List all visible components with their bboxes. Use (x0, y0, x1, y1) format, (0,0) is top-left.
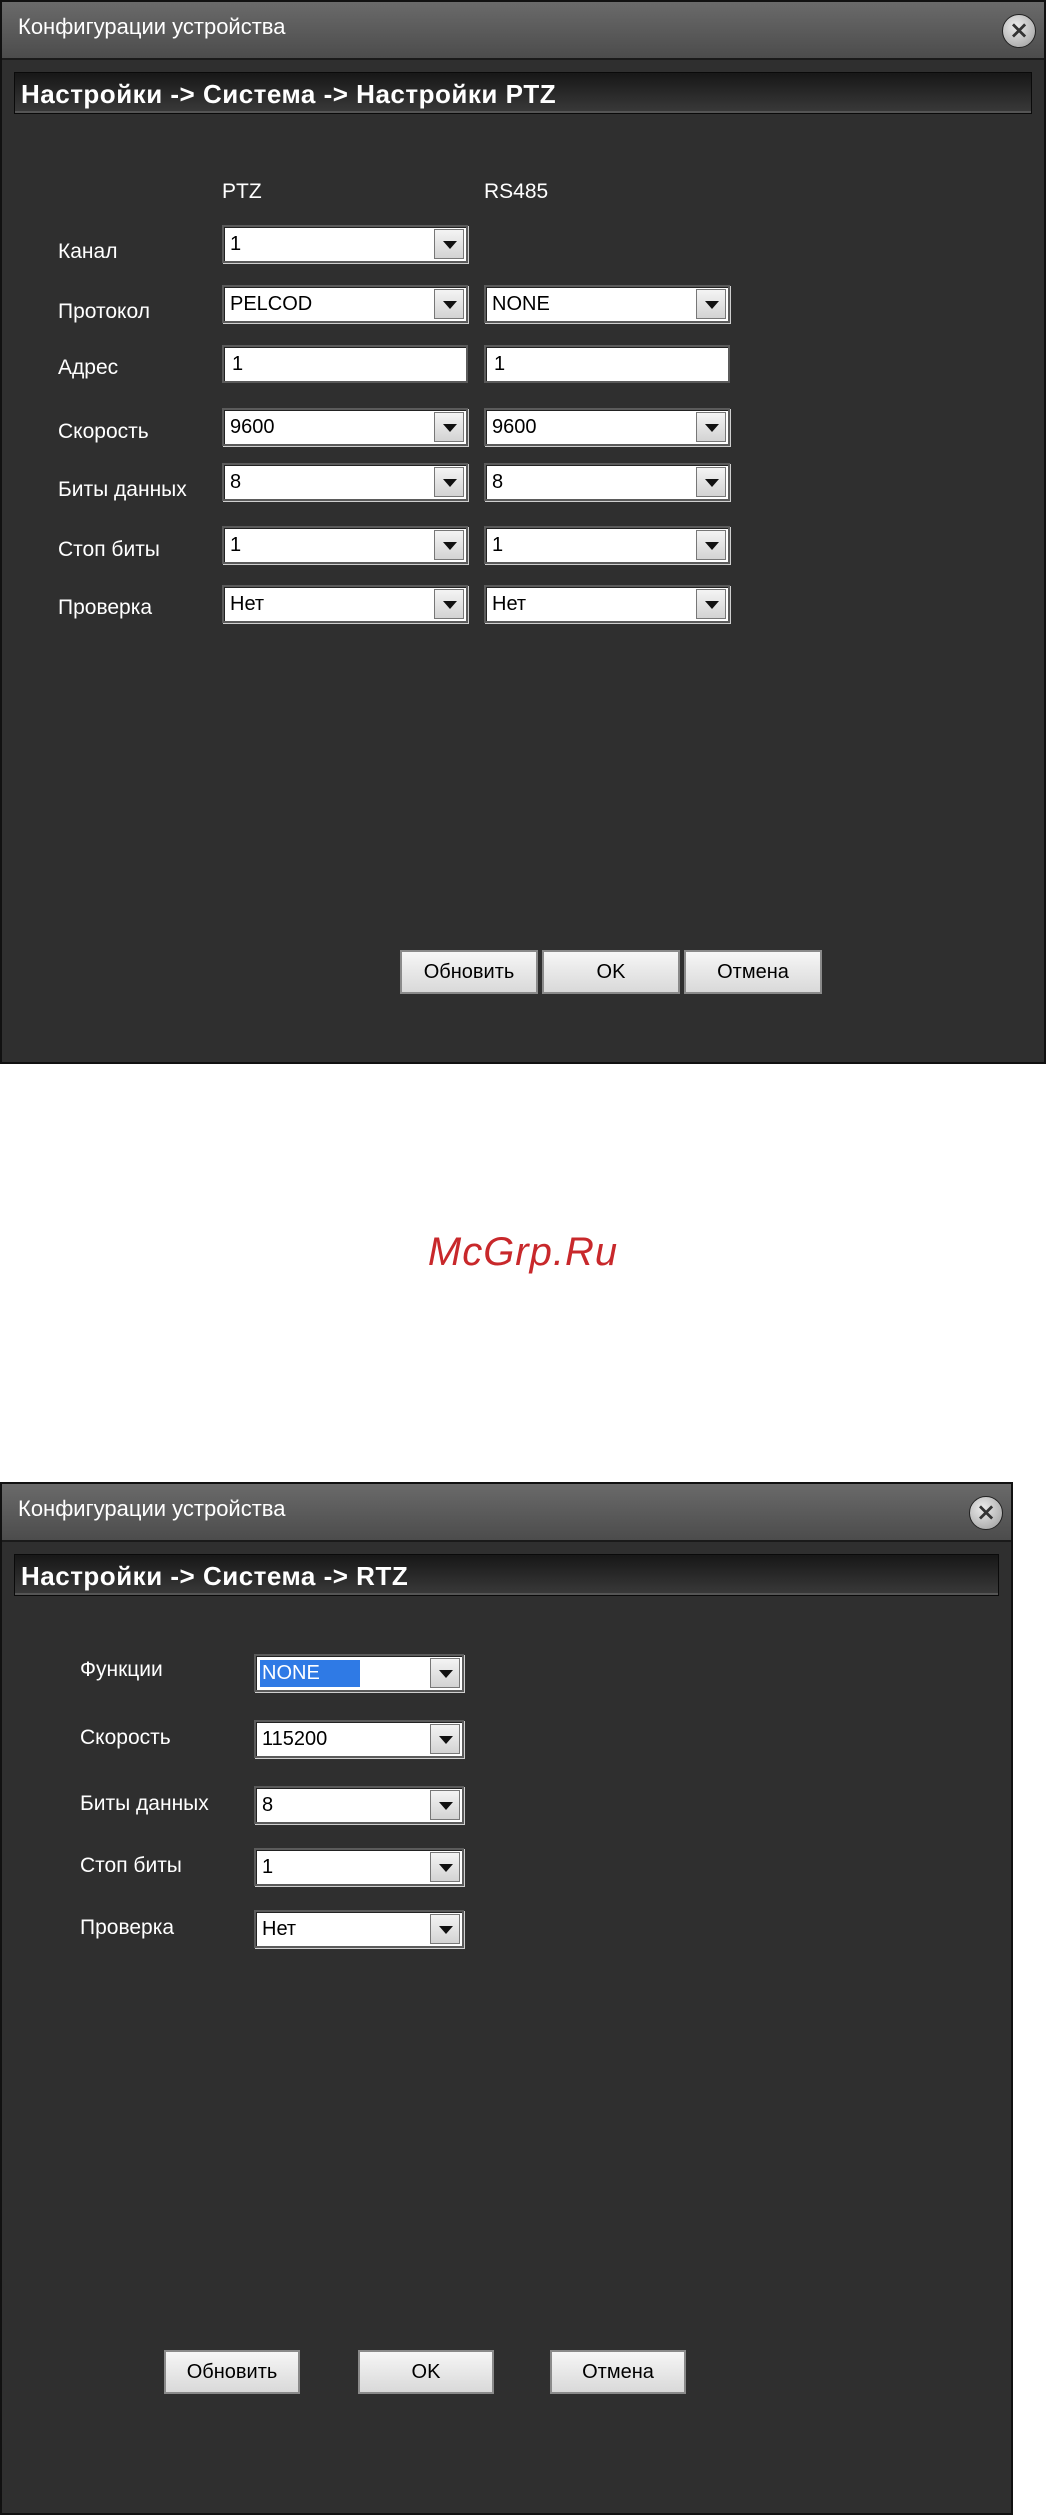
cancel-button[interactable]: Отмена (684, 950, 822, 994)
cancel-button[interactable]: Отмена (550, 2350, 686, 2394)
rs485-address-field[interactable] (484, 345, 730, 383)
breadcrumb: Настройки -> Система -> RTZ (14, 1554, 999, 1596)
breadcrumb-text: Настройки -> Система -> Настройки PTZ (21, 79, 557, 109)
ptz-address-field[interactable] (222, 345, 468, 383)
chevron-down-icon[interactable] (434, 229, 464, 259)
chevron-down-icon[interactable] (430, 1724, 460, 1754)
chevron-down-icon[interactable] (434, 412, 464, 442)
label-protocol: Протокол (58, 300, 150, 323)
ptz-data-bits-select[interactable]: 8 (222, 463, 468, 501)
chevron-down-icon[interactable] (434, 467, 464, 497)
label-data-bits: Биты данных (80, 1792, 209, 1815)
chevron-down-icon[interactable] (696, 589, 726, 619)
rs485-address-input[interactable] (486, 347, 728, 381)
ptz-address-input[interactable] (224, 347, 466, 381)
label-speed: Скорость (80, 1726, 171, 1749)
stop-bits-select[interactable]: 1 (254, 1848, 464, 1886)
label-stop-bits: Стоп биты (58, 538, 160, 561)
ptz-channel-select[interactable]: 1 (222, 225, 468, 263)
chevron-down-icon[interactable] (696, 530, 726, 560)
rs485-protocol-value: NONE (492, 293, 550, 315)
ptz-protocol-value: PELCOD (230, 293, 313, 315)
label-data-bits: Биты данных (58, 478, 187, 501)
chevron-down-icon[interactable] (434, 530, 464, 560)
speed-value: 115200 (262, 1728, 328, 1750)
stop-bits-value: 1 (262, 1856, 274, 1878)
chevron-down-icon[interactable] (696, 412, 726, 442)
close-icon[interactable]: × (1002, 14, 1036, 48)
breadcrumb-text: Настройки -> Система -> RTZ (21, 1561, 409, 1591)
rs485-speed-value: 9600 (492, 416, 537, 438)
ptz-settings-dialog: Конфигурации устройства × Настройки -> С… (0, 0, 1046, 1064)
ptz-data-bits-value: 8 (230, 471, 242, 493)
chevron-down-icon[interactable] (696, 467, 726, 497)
ptz-stop-bits-value: 1 (230, 534, 242, 556)
ptz-parity-value: Нет (230, 593, 265, 615)
data-bits-value: 8 (262, 1794, 274, 1816)
label-channel: Канал (58, 240, 118, 263)
functions-select[interactable]: NONE (254, 1654, 464, 1692)
rs485-protocol-select[interactable]: NONE (484, 285, 730, 323)
window-title: Конфигурации устройства (18, 1496, 286, 1521)
ptz-speed-select[interactable]: 9600 (222, 408, 468, 446)
chevron-down-icon[interactable] (430, 1790, 460, 1820)
rs485-data-bits-select[interactable]: 8 (484, 463, 730, 501)
chevron-down-icon[interactable] (430, 1914, 460, 1944)
functions-value: NONE (260, 1660, 360, 1687)
refresh-button[interactable]: Обновить (400, 950, 538, 994)
parity-value: Нет (262, 1918, 297, 1940)
ptz-parity-select[interactable]: Нет (222, 585, 468, 623)
ptz-channel-value: 1 (230, 233, 242, 255)
chevron-down-icon[interactable] (430, 1852, 460, 1882)
label-functions: Функции (80, 1658, 163, 1681)
window-title: Конфигурации устройства (18, 14, 286, 39)
chevron-down-icon[interactable] (430, 1658, 460, 1688)
label-address: Адрес (58, 356, 119, 379)
rs485-stop-bits-select[interactable]: 1 (484, 526, 730, 564)
rs485-stop-bits-value: 1 (492, 534, 504, 556)
rs485-parity-value: Нет (492, 593, 527, 615)
title-bar: Конфигурации устройства × (2, 2, 1044, 60)
label-stop-bits: Стоп биты (80, 1854, 182, 1877)
chevron-down-icon[interactable] (434, 289, 464, 319)
column-header-ptz: PTZ (222, 180, 262, 203)
rs485-speed-select[interactable]: 9600 (484, 408, 730, 446)
refresh-button[interactable]: Обновить (164, 2350, 300, 2394)
breadcrumb: Настройки -> Система -> Настройки PTZ (14, 72, 1032, 114)
chevron-down-icon[interactable] (696, 289, 726, 319)
parity-select[interactable]: Нет (254, 1910, 464, 1948)
ok-button[interactable]: OK (358, 2350, 494, 2394)
rtz-settings-dialog: Конфигурации устройства × Настройки -> С… (0, 1482, 1013, 2515)
label-parity: Проверка (58, 596, 153, 619)
watermark: McGrp.Ru (427, 1230, 619, 1274)
rs485-parity-select[interactable]: Нет (484, 585, 730, 623)
label-speed: Скорость (58, 420, 149, 443)
title-bar: Конфигурации устройства × (2, 1484, 1011, 1542)
data-bits-select[interactable]: 8 (254, 1786, 464, 1824)
ptz-stop-bits-select[interactable]: 1 (222, 526, 468, 564)
column-header-rs485: RS485 (484, 180, 549, 203)
chevron-down-icon[interactable] (434, 589, 464, 619)
close-icon[interactable]: × (969, 1496, 1003, 1530)
speed-select[interactable]: 115200 (254, 1720, 464, 1758)
label-parity: Проверка (80, 1916, 175, 1939)
rs485-data-bits-value: 8 (492, 471, 504, 493)
ok-button[interactable]: OK (542, 950, 680, 994)
ptz-protocol-select[interactable]: PELCOD (222, 285, 468, 323)
ptz-speed-value: 9600 (230, 416, 275, 438)
